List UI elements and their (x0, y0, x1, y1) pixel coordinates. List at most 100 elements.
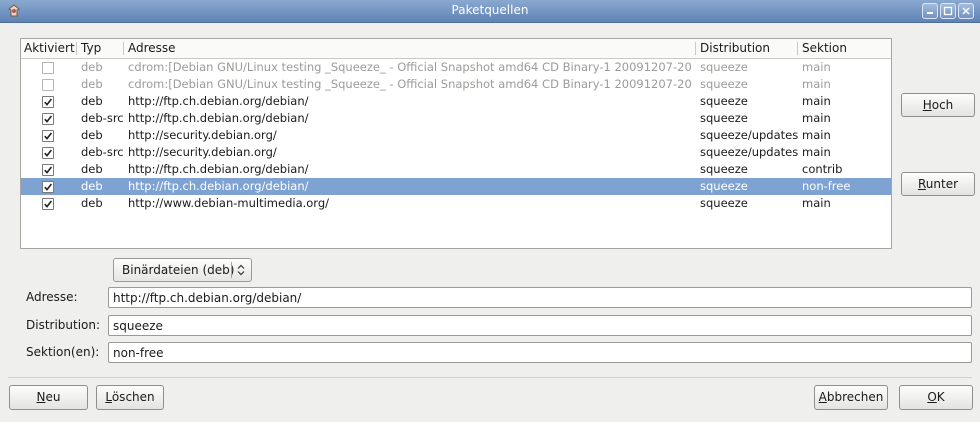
table-row[interactable]: deb-src http://security.debian.org/squeez… (21, 144, 891, 161)
column-header-active[interactable]: Aktiviert (24, 39, 75, 58)
window-controls (922, 3, 974, 19)
address-cell: http://security.debian.org/ (128, 145, 277, 159)
section-cell: main (802, 77, 831, 91)
list-header: Aktiviert Typ Adresse Distribution Sekti… (21, 39, 891, 59)
address-cell: cdrom:[Debian GNU/Linux testing _Squeeze… (128, 77, 693, 91)
column-header-distribution[interactable]: Distribution (700, 39, 770, 58)
section-input[interactable] (109, 343, 957, 362)
enabled-checkbox[interactable] (42, 96, 54, 108)
address-field[interactable] (108, 287, 972, 308)
button-label: bbrechen (826, 390, 884, 404)
section-cell: main (802, 128, 831, 142)
enabled-checkbox[interactable] (42, 113, 54, 125)
section-cell: main (802, 196, 831, 210)
distribution-cell: squeeze (700, 111, 748, 125)
address-input[interactable] (109, 288, 957, 307)
new-button[interactable]: Neu (9, 385, 88, 410)
column-divider (76, 42, 77, 55)
mnemonic: H (922, 98, 932, 112)
distribution-cell: squeeze/updates (700, 145, 799, 159)
address-cell: http://security.debian.org/ (128, 128, 277, 142)
distribution-label: Distribution: (26, 318, 101, 332)
software-sources-window: Paketquellen Aktiviert Typ Adresse Distr… (0, 0, 980, 422)
table-row[interactable]: deb http://security.debian.org/squeeze/up… (21, 127, 891, 144)
type-cell: deb (81, 128, 103, 142)
maximize-icon[interactable] (940, 3, 956, 19)
button-label: öschen (111, 390, 155, 404)
type-cell: deb-src (81, 145, 124, 159)
address-cell: http://www.debian-multimedia.org/ (128, 196, 330, 210)
column-divider (123, 42, 124, 55)
address-label: Adresse: (26, 290, 78, 304)
enabled-checkbox[interactable] (42, 62, 54, 74)
table-row[interactable]: deb-src http://ftp.ch.debian.org/debian/s… (21, 110, 891, 127)
button-label: eu (45, 390, 61, 404)
distribution-cell: squeeze (700, 179, 748, 193)
distribution-cell: squeeze/updates (700, 128, 799, 142)
table-row[interactable]: deb cdrom:[Debian GNU/Linux testing _Sque… (21, 59, 891, 76)
section-cell: main (802, 145, 831, 159)
table-row[interactable]: deb http://ftp.ch.debian.org/debian/squee… (21, 161, 891, 178)
enabled-checkbox[interactable] (42, 130, 54, 142)
section-cell: main (802, 111, 831, 125)
close-icon[interactable] (958, 3, 974, 19)
sources-list[interactable]: Aktiviert Typ Adresse Distribution Sekti… (20, 38, 892, 249)
enabled-checkbox[interactable] (42, 181, 54, 193)
enabled-checkbox[interactable] (42, 79, 54, 91)
enabled-checkbox[interactable] (42, 147, 54, 159)
source-type-value: Binärdateien (deb) (122, 263, 235, 277)
column-header-address[interactable]: Adresse (128, 39, 176, 58)
mnemonic: O (927, 390, 937, 404)
type-cell: deb (81, 60, 103, 74)
updown-arrows-icon (235, 263, 247, 280)
distribution-cell: squeeze (700, 94, 748, 108)
address-cell: http://ftp.ch.debian.org/debian/ (128, 162, 309, 176)
address-cell: http://ftp.ch.debian.org/debian/ (128, 111, 309, 125)
cancel-button[interactable]: Abbrechen (814, 385, 888, 410)
source-type-select[interactable]: Binärdateien (deb) (113, 258, 252, 282)
type-cell: deb-src (81, 111, 124, 125)
type-cell: deb (81, 196, 103, 210)
ok-button[interactable]: OK (899, 385, 973, 410)
table-row[interactable]: deb http://ftp.ch.debian.org/debian/squee… (21, 93, 891, 110)
table-row[interactable]: deb cdrom:[Debian GNU/Linux testing _Sque… (21, 76, 891, 93)
type-cell: deb (81, 162, 103, 176)
type-cell: deb (81, 94, 103, 108)
move-down-button[interactable]: Runter (901, 172, 975, 196)
table-row[interactable]: deb http://www.debian-multimedia.org/sque… (21, 195, 891, 212)
distribution-cell: squeeze (700, 196, 748, 210)
distribution-field[interactable] (108, 315, 972, 336)
type-cell: deb (81, 77, 103, 91)
delete-button[interactable]: Löschen (96, 385, 164, 410)
section-field[interactable] (108, 342, 972, 363)
button-label: unter (925, 177, 959, 191)
distribution-input[interactable] (109, 316, 957, 335)
section-cell: non-free (802, 179, 851, 193)
column-header-type[interactable]: Typ (81, 39, 101, 58)
window-title: Paketquellen (451, 3, 529, 17)
combo-divider (231, 262, 232, 278)
section-label: Sektion(en): (26, 345, 100, 359)
section-cell: contrib (802, 162, 843, 176)
title-bar[interactable]: Paketquellen (0, 0, 980, 23)
button-label: K (936, 390, 945, 404)
mnemonic: A (818, 390, 827, 404)
distribution-cell: squeeze (700, 77, 748, 91)
minimize-icon[interactable] (922, 3, 938, 19)
distribution-cell: squeeze (700, 60, 748, 74)
section-cell: main (802, 94, 831, 108)
address-cell: cdrom:[Debian GNU/Linux testing _Squeeze… (128, 60, 693, 74)
section-cell: main (802, 60, 831, 74)
column-divider (695, 42, 696, 55)
enabled-checkbox[interactable] (42, 198, 54, 210)
type-cell: deb (81, 179, 103, 193)
separator (8, 377, 972, 378)
enabled-checkbox[interactable] (42, 164, 54, 176)
button-label: och (931, 98, 954, 112)
move-up-button[interactable]: Hoch (901, 93, 975, 117)
table-row[interactable]: deb http://ftp.ch.debian.org/debian/squee… (21, 178, 891, 195)
address-cell: http://ftp.ch.debian.org/debian/ (128, 179, 309, 193)
address-cell: http://ftp.ch.debian.org/debian/ (128, 94, 309, 108)
mnemonic: R (917, 177, 926, 191)
column-header-section[interactable]: Sektion (802, 39, 847, 58)
